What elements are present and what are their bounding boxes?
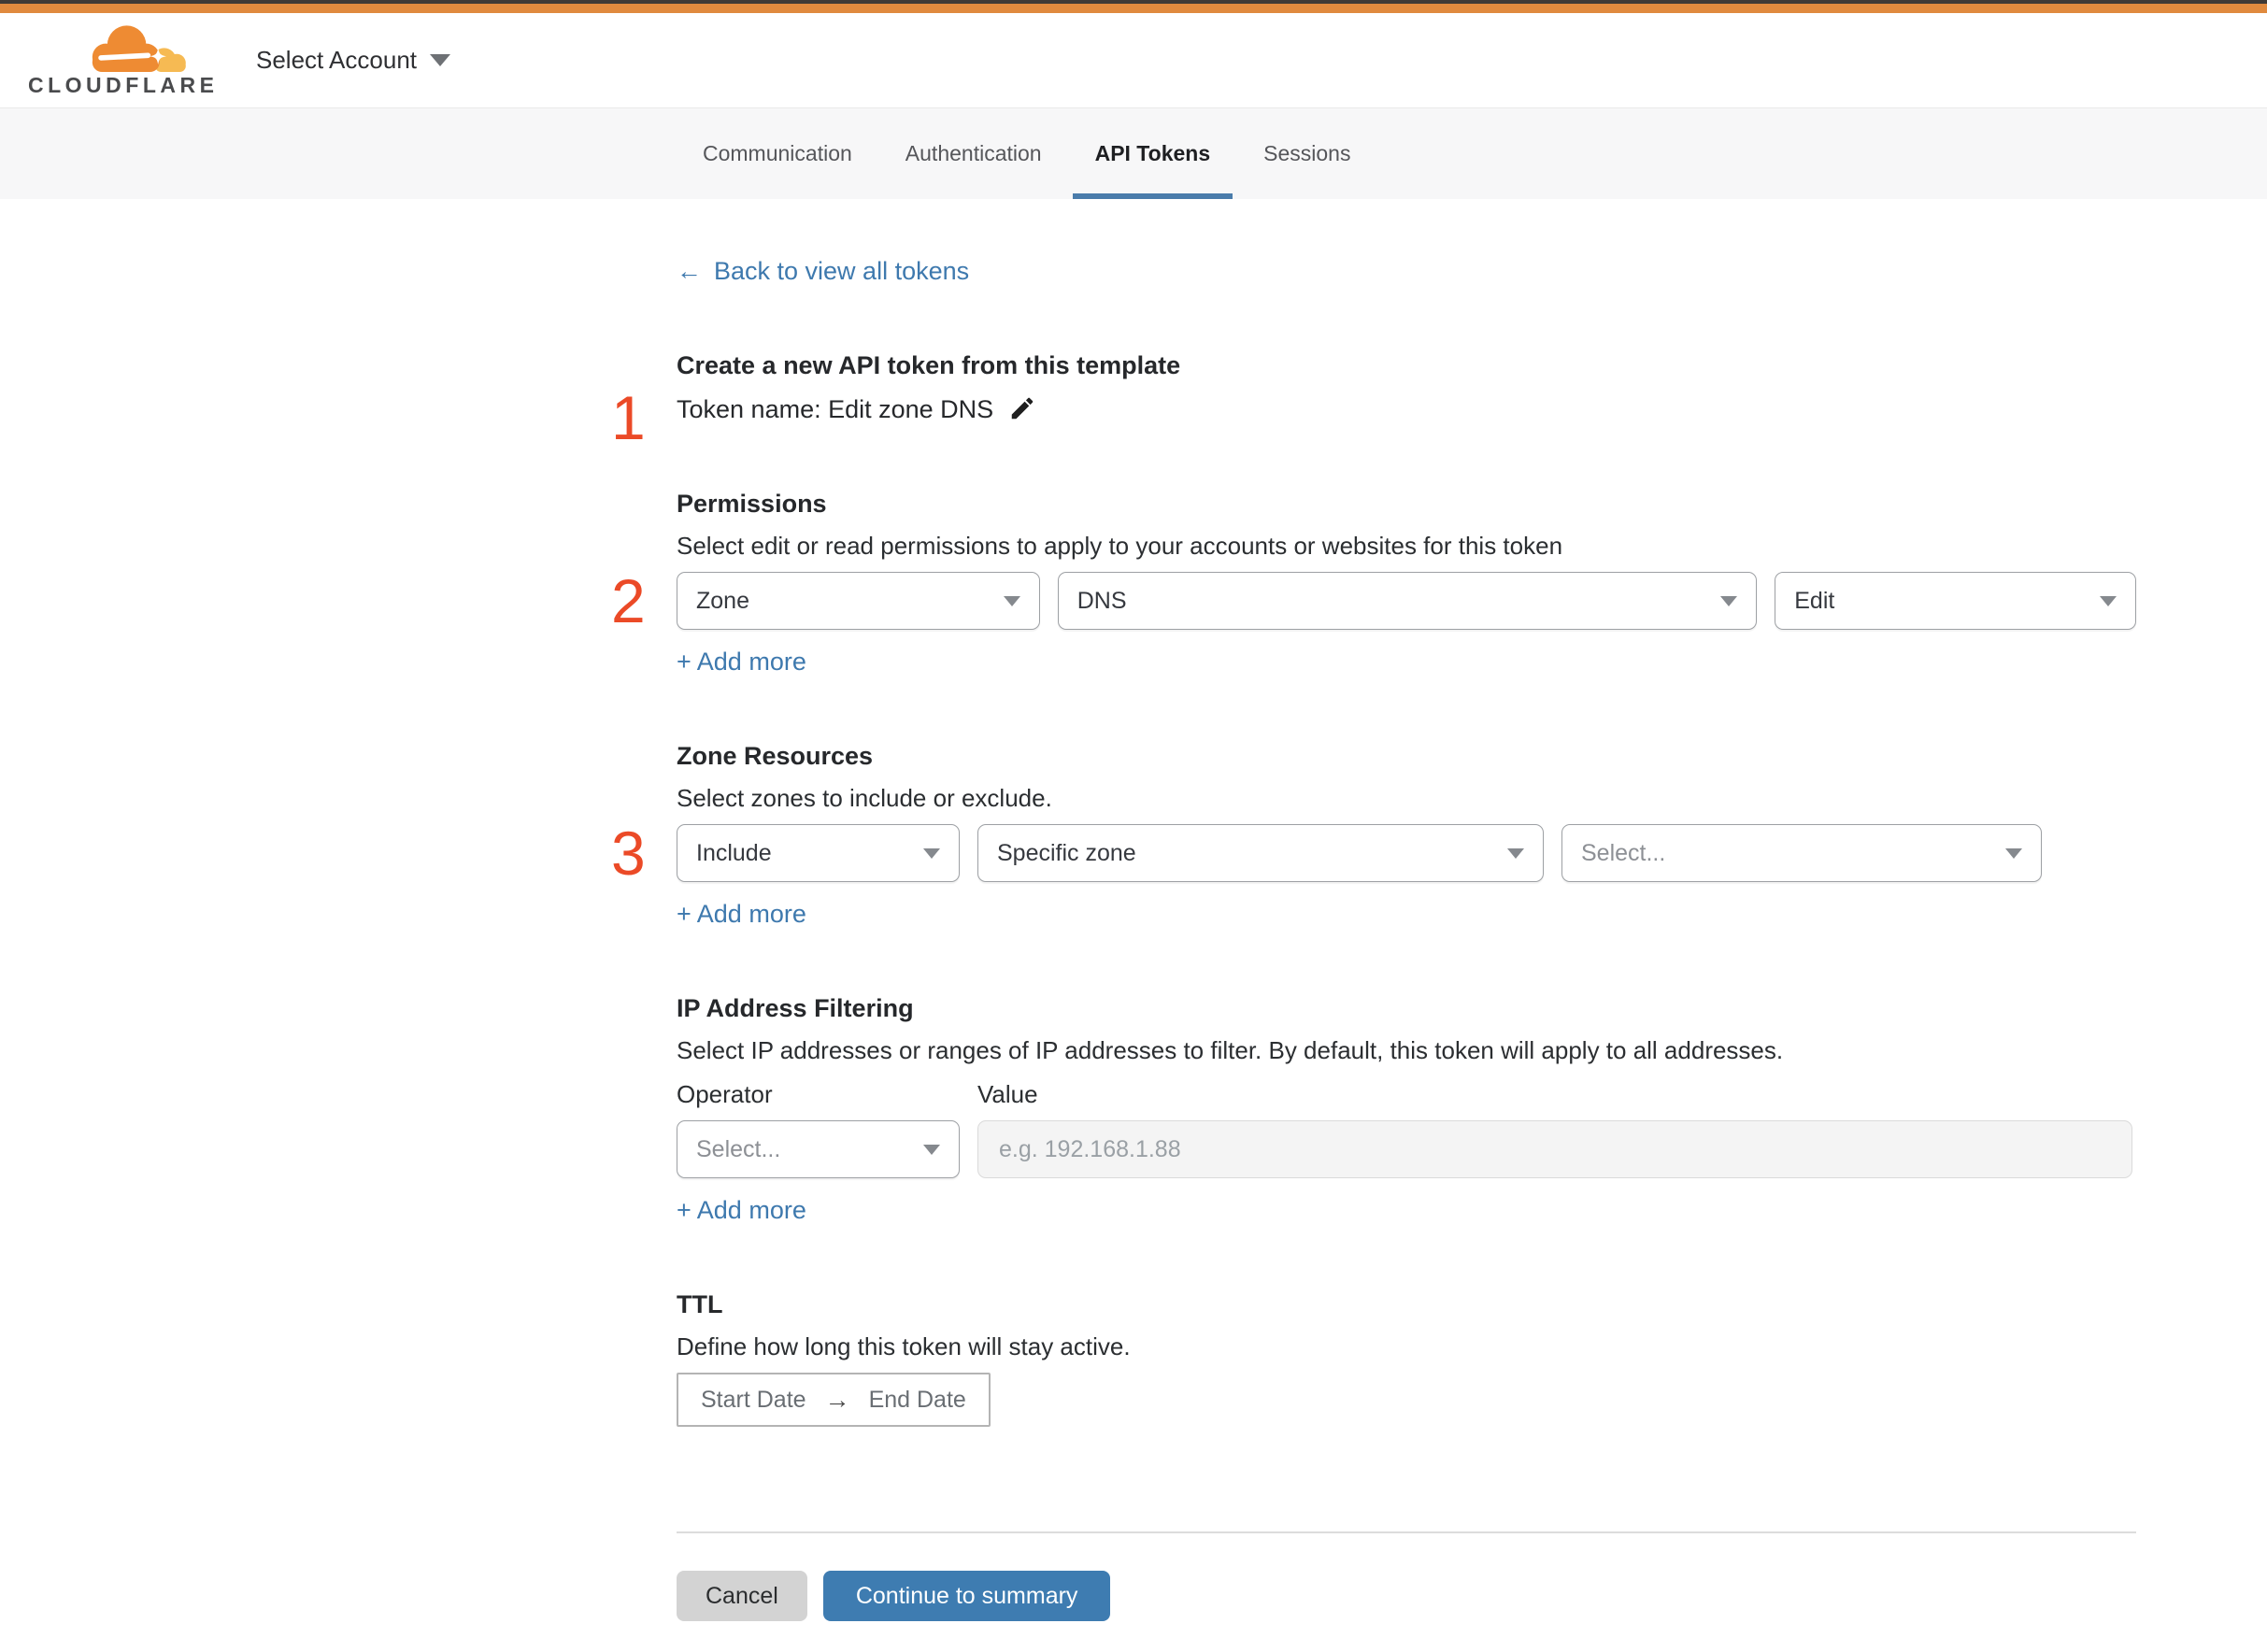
tab-authentication[interactable]: Authentication: [883, 108, 1064, 199]
zone-scope-select[interactable]: Specific zone: [977, 824, 1544, 882]
zone-resources-row: 3 Include Specific zone Select...: [611, 822, 2136, 884]
profile-tabbar: Communication Authentication API Tokens …: [0, 108, 2267, 199]
ip-filtering-labels: Operator Value: [677, 1080, 2136, 1109]
ttl-heading: TTL: [677, 1290, 723, 1318]
tab-api-tokens[interactable]: API Tokens: [1072, 108, 1233, 199]
step-3-number: 3: [611, 819, 646, 888]
back-row: ← Back to view all tokens: [677, 257, 2136, 286]
chevron-down-icon: [1003, 595, 1020, 606]
arrow-right-icon: →: [824, 1385, 850, 1414]
value-label: Value: [977, 1080, 1038, 1108]
cloudflare-wordmark: CLOUDFLARE: [28, 72, 219, 97]
permission-access-value: Edit: [1794, 587, 1835, 614]
token-template-form: ← Back to view all tokens Create a new A…: [611, 257, 2136, 1621]
account-selector[interactable]: Select Account: [256, 46, 450, 75]
zone-mode-value: Include: [696, 839, 772, 866]
chevron-down-icon: [1507, 847, 1524, 859]
footer-actions: Cancel Continue to summary: [677, 1571, 2136, 1621]
cancel-button[interactable]: Cancel: [677, 1571, 807, 1621]
footer-divider: [677, 1531, 2136, 1533]
app-header: CLOUDFLARE Select Account: [0, 13, 2267, 108]
chevron-down-icon: [1720, 595, 1738, 606]
tab-sessions[interactable]: Sessions: [1241, 108, 1373, 199]
ip-value-input[interactable]: [977, 1120, 2132, 1178]
ttl-date-range-picker[interactable]: Start Date → End Date: [677, 1373, 991, 1427]
ip-filtering-description: Select IP addresses or ranges of IP addr…: [677, 1036, 1784, 1064]
zone-mode-select[interactable]: Include: [677, 824, 960, 882]
step-1-number: 1: [611, 382, 646, 452]
ip-filtering-row: Select...: [677, 1120, 2136, 1178]
chevron-down-icon: [923, 847, 940, 859]
zone-picker-placeholder: Select...: [1581, 839, 1666, 866]
zone-scope-value: Specific zone: [997, 839, 1136, 866]
step-2-number: 2: [611, 566, 646, 635]
chevron-down-icon: [430, 54, 450, 66]
permission-service-value: DNS: [1076, 587, 1127, 614]
token-name-row: 1 Token name: Edit zone DNS: [611, 387, 2136, 449]
permissions-description: Select edit or read permissions to apply…: [677, 532, 1563, 560]
zone-picker-select[interactable]: Select...: [1561, 824, 2042, 882]
tab-communication[interactable]: Communication: [680, 108, 875, 199]
operator-select-placeholder: Select...: [696, 1135, 781, 1162]
permission-service-select[interactable]: DNS: [1057, 572, 1758, 630]
chevron-down-icon: [923, 1144, 940, 1155]
zone-resources-heading: Zone Resources: [677, 742, 874, 770]
token-name-text: Token name: Edit zone DNS: [677, 395, 994, 423]
back-arrow-icon: ←: [677, 257, 702, 285]
end-date-label: End Date: [868, 1386, 966, 1413]
cloudflare-api-token-page: CLOUDFLARE Select Account Communication …: [0, 0, 2267, 1652]
account-selector-label: Select Account: [256, 46, 417, 74]
ttl-description: Define how long this token will stay act…: [677, 1332, 1131, 1360]
zone-resources-add-more-link[interactable]: + Add more: [677, 900, 806, 929]
top-orange-strip: [0, 4, 2267, 13]
chevron-down-icon: [2100, 595, 2117, 606]
back-to-tokens-link[interactable]: ← Back to view all tokens: [677, 257, 969, 286]
permissions-add-more-link[interactable]: + Add more: [677, 648, 806, 676]
permissions-heading: Permissions: [677, 490, 827, 518]
continue-to-summary-button[interactable]: Continue to summary: [822, 1571, 1111, 1621]
permissions-row: 2 Zone DNS Edit: [611, 570, 2136, 632]
back-link-label: Back to view all tokens: [714, 257, 970, 285]
start-date-label: Start Date: [701, 1386, 806, 1413]
chevron-down-icon: [2005, 847, 2022, 859]
permission-scope-select[interactable]: Zone: [677, 572, 1040, 630]
operator-label: Operator: [677, 1080, 773, 1108]
permission-access-select[interactable]: Edit: [1775, 572, 2136, 630]
cloudflare-cloud-icon: [92, 24, 186, 72]
permission-scope-value: Zone: [696, 587, 749, 614]
create-token-heading: Create a new API token from this templat…: [677, 351, 1181, 379]
operator-select[interactable]: Select...: [677, 1120, 960, 1178]
ip-filtering-add-more-link[interactable]: + Add more: [677, 1196, 806, 1225]
cloudflare-logo[interactable]: CLOUDFLARE: [28, 16, 214, 106]
zone-resources-description: Select zones to include or exclude.: [677, 784, 1052, 812]
edit-pencil-icon[interactable]: [1008, 394, 1036, 422]
ip-filtering-heading: IP Address Filtering: [677, 994, 914, 1022]
